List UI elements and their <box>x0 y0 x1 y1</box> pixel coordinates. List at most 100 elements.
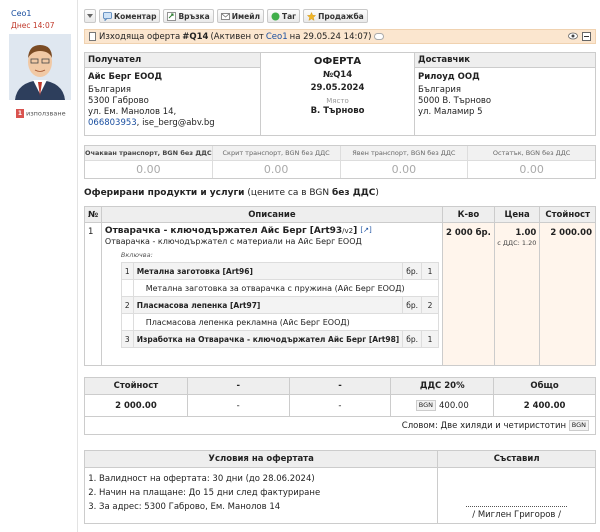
header-actions <box>568 32 591 41</box>
supplier-city: 5000 В. Търново <box>418 96 492 106</box>
products-title-vat: без ДДС <box>331 188 376 198</box>
col-description: Описание <box>100 206 443 223</box>
recipient-title: Получател <box>85 53 260 68</box>
col-price: Цена <box>493 206 541 223</box>
user-panel: Ceo1 Днес 14:07 1 използване <box>0 0 78 532</box>
sale-button[interactable]: Продажба <box>303 9 368 23</box>
composed-title: Съставил <box>437 450 596 468</box>
col-num: № <box>84 206 102 223</box>
email-button[interactable]: Имейл <box>216 9 264 23</box>
document-type: Изходяща оферта <box>99 31 181 42</box>
currency-badge: BGN <box>415 400 436 411</box>
products-title-bold: Оферирани продукти и услуги <box>84 188 245 198</box>
include-spacer <box>120 279 134 297</box>
comment-button[interactable]: Коментар <box>99 9 161 23</box>
comment-bubble-icon[interactable] <box>374 33 385 40</box>
offer-place: В. Търново <box>310 106 365 116</box>
totals-col-value: Стойност <box>84 377 188 395</box>
tag-icon <box>271 12 280 21</box>
usage-info: 1 използване <box>16 109 66 118</box>
usage-label: използване <box>26 109 66 118</box>
col-qty: К-во <box>441 206 495 223</box>
list-item-desc: Пласмасова лепенка рекламна (Айс Берг ЕО… <box>120 313 439 331</box>
link-icon <box>167 11 177 21</box>
offer-date: 29.05.2024 <box>310 83 365 93</box>
transport-label: Скрит транспорт, BGN без ДДС <box>212 146 340 161</box>
tag-button[interactable]: Таг <box>266 9 301 23</box>
user-name-link[interactable]: Ceo1 <box>11 9 32 18</box>
includes-label: Включва: <box>120 251 153 259</box>
list-item: 2 Пласмасова лепенка [Art97] бр. 2 <box>120 296 439 314</box>
supplier-name: Рилоуд ООД <box>418 72 480 82</box>
row-price-value: 1.00 <box>515 228 537 238</box>
offer-title: ОФЕРТА <box>313 56 362 67</box>
sale-label: Продажба <box>318 11 364 21</box>
transport-value: 0.00 <box>263 163 289 176</box>
email-icon <box>220 12 230 21</box>
products-section-title: Оферирани продукти и услуги (цените са в… <box>84 188 379 198</box>
list-item: 3 Изработка на Отварачка - ключодържател… <box>120 330 439 348</box>
conditions-list-cell: Валидност на офертата: 30 дни (до 28.06.… <box>83 467 439 524</box>
condition-item: За адрес: 5300 Габрово, Ем. Манолов 14 <box>99 500 437 514</box>
conditions-table: Условия на офертата Съставил Валидност н… <box>83 450 596 524</box>
collapse-icon[interactable] <box>582 32 591 41</box>
transport-label: Явен транспорт, BGN без ДДС <box>340 146 468 161</box>
status-prefix: (Активен от <box>210 31 264 42</box>
tag-label: Таг <box>281 11 297 21</box>
transport-remaining: Остатък, BGN без ДДС 0.00 <box>468 146 595 178</box>
col-total: Стойност <box>539 206 596 223</box>
products-table: № Описание К-во Цена Стойност 1 Отварачк… <box>84 206 596 366</box>
usage-badge: 1 <box>16 109 24 118</box>
signature-line <box>466 506 567 507</box>
totals-header-row: Стойност - - ДДС 20% Общо <box>84 377 596 395</box>
row-price: 1.00 с ДДС: 1.20 <box>493 222 541 366</box>
include-unit: бр. <box>402 262 422 280</box>
totals-grand: 2 400.00 <box>493 394 596 417</box>
include-qty: 1 <box>421 330 439 348</box>
recipient-phone-link[interactable]: 066803953 <box>88 118 137 128</box>
transport-expected: Очакван транспорт, BGN без ДДС 0.00 <box>85 146 213 178</box>
include-qty: 1 <box>421 262 439 280</box>
signature-cell: / Миглен Григоров / <box>437 467 596 524</box>
conditions-title: Условия на офертата <box>83 450 439 468</box>
external-link-icon[interactable]: [↗] <box>360 226 371 234</box>
transport-value: 0.00 <box>136 163 161 176</box>
row-num: 1 <box>84 222 102 366</box>
document-header: Изходяща оферта #Q14 (Активен от Ceo1 на… <box>84 29 596 44</box>
totals-values-row: 2 000.00 - - BGN 400.00 2 400.00 <box>84 394 596 417</box>
transport-summary: Очакван транспорт, BGN без ДДС 0.00 Скри… <box>84 145 596 179</box>
more-dropdown-button[interactable] <box>84 9 96 23</box>
user-date: Днес 14:07 <box>11 21 55 30</box>
toolbar: Коментар Връзка Имейл Таг Продажба <box>84 9 368 23</box>
offer-box: ОФЕРТА №Q14 29.05.2024 Място В. Търново <box>261 52 414 136</box>
composed-by: / Миглен Григоров / <box>472 510 562 520</box>
include-unit: бр. <box>402 296 422 314</box>
author-link[interactable]: Ceo1 <box>266 32 288 42</box>
status-date: на 29.05.24 14:07) <box>289 31 372 42</box>
row-total: 2 000.00 <box>539 222 596 366</box>
list-item-desc: Метална заготовка за отварачка с пружина… <box>120 279 439 297</box>
include-spacer <box>120 313 134 331</box>
link-label: Връзка <box>178 11 210 21</box>
offer-number: №Q14 <box>322 70 353 80</box>
comment-label: Коментар <box>114 11 157 21</box>
recipient-street: ул. Ем. Манолов 14, <box>88 107 177 117</box>
product-code: [Art93 <box>309 226 343 236</box>
product-name: Отварачка - ключодържател Айс Берг <box>104 226 307 236</box>
product-version: /v2 <box>342 227 354 235</box>
link-button[interactable]: Връзка <box>163 9 214 23</box>
conditions-list: Валидност на офертата: 30 дни (до 28.06.… <box>85 468 437 514</box>
recipient-city: 5300 Габрово <box>88 96 149 106</box>
include-unit: бр. <box>402 330 422 348</box>
include-num: 1 <box>120 262 134 280</box>
supplier-title: Доставчик <box>415 53 595 68</box>
supplier-street: ул. Маламир 5 <box>418 107 483 117</box>
product-code-end: ] <box>353 226 358 236</box>
include-name: Изработка на Отварачка - ключодържател А… <box>132 330 404 348</box>
totals-col-vat: ДДС 20% <box>390 377 495 395</box>
totals-blank1: - <box>186 394 290 417</box>
totals-value: 2 000.00 <box>84 394 188 417</box>
eye-icon[interactable] <box>568 32 578 40</box>
row-price-vat: с ДДС: 1.20 <box>497 239 537 247</box>
avatar[interactable] <box>9 34 71 100</box>
